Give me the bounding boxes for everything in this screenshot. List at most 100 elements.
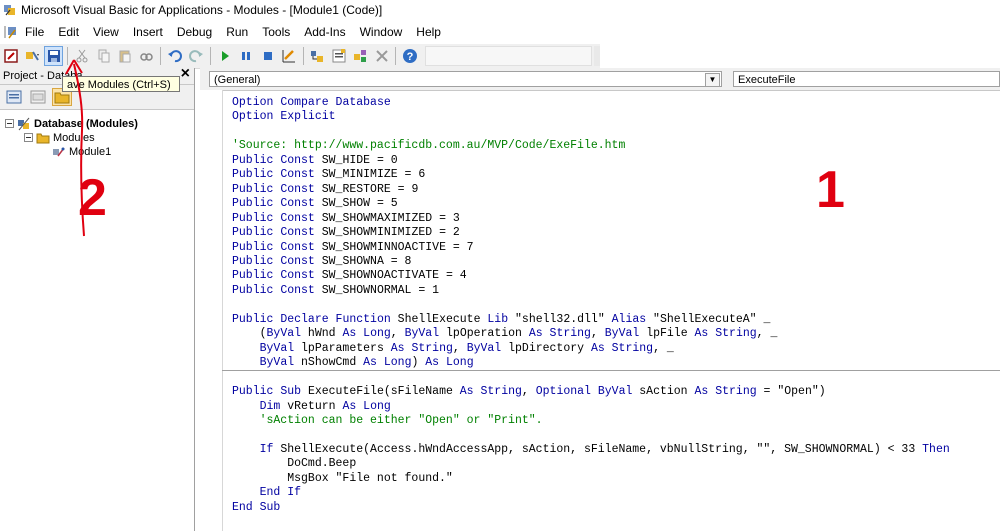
code-line[interactable]: Public Const SW_SHOWMINNOACTIVE = 7 [232,241,950,255]
menu-tools[interactable]: Tools [255,21,297,43]
code-line[interactable]: End Sub [232,501,950,515]
tree-label-modules: Modules [53,131,95,144]
code-margin[interactable] [200,90,223,531]
collapse-icon[interactable] [5,119,14,128]
break-button[interactable] [236,46,255,66]
undo-button[interactable] [165,46,184,66]
toolbox-icon [375,50,388,62]
close-icon[interactable]: × [181,66,190,82]
code-line[interactable] [232,428,950,442]
toolbar-separator [160,47,162,65]
save-button[interactable] [43,46,64,66]
code-combos-bar: (General) ▼ ExecuteFile [200,68,1000,91]
help-icon: ? [403,49,418,63]
code-line[interactable] [232,298,950,312]
menu-window[interactable]: Window [353,21,410,43]
object-combo[interactable]: (General) ▼ [209,71,722,87]
code-line[interactable]: End If [232,486,950,500]
run-button[interactable] [215,46,234,66]
run-icon [221,51,229,61]
code-line[interactable]: Option Explicit [232,110,950,124]
reset-button[interactable] [258,46,277,66]
code-line[interactable]: 'sAction can be either "Open" or "Print"… [232,414,950,428]
break-icon [242,52,251,60]
window-title: Microsoft Visual Basic for Applications … [21,3,383,17]
object-browser-icon [354,50,367,62]
menu-debug[interactable]: Debug [170,21,219,43]
view-code-button[interactable] [4,88,24,106]
collapse-icon[interactable] [24,133,33,142]
design-mode-icon [282,50,295,63]
code-line[interactable] [232,125,950,139]
tree-node-modules[interactable]: Modules [24,130,95,145]
vba-project-icon [18,117,30,130]
code-window: (General) ▼ ExecuteFile Option Compare D… [200,68,1000,531]
properties-button[interactable] [329,46,348,66]
chevron-down-icon[interactable]: ▼ [705,73,720,87]
menu-run[interactable]: Run [219,21,255,43]
find-icon [140,53,154,61]
view-object-button[interactable] [28,88,48,106]
toolbar-options-icon[interactable] [594,46,600,66]
save-icon [47,50,60,62]
object-browser-button[interactable] [351,46,370,66]
vba-app-icon [4,5,15,16]
reset-icon [263,52,272,60]
menu-insert[interactable]: Insert [126,21,170,43]
toolbar-separator [67,47,69,65]
project-explorer-panel: Project - Databa × Database (Modules) Mo… [0,66,195,531]
project-explorer-button[interactable] [308,46,327,66]
procedure-combo[interactable]: ExecuteFile [733,71,1000,87]
insert-module-button[interactable] [22,46,41,66]
code-line[interactable]: Dim vReturn As Long [232,400,950,414]
undo-icon [167,50,182,63]
menu-file[interactable]: File [18,21,51,43]
code-line[interactable] [232,371,950,385]
copy-button[interactable] [94,46,113,66]
code-line[interactable]: ByVal lpParameters As String, ByVal lpDi… [232,342,950,356]
code-line[interactable]: If ShellExecute(Access.hWndAccessApp, sA… [232,443,950,457]
tree-node-module1[interactable]: Module1 [52,144,111,159]
tree-node-database[interactable]: Database (Modules) [5,116,138,131]
procedure-combo-value: ExecuteFile [738,74,796,86]
code-line[interactable]: Public Const SW_SHOWNA = 8 [232,255,950,269]
paste-button[interactable] [115,46,134,66]
insert-module-icon [26,51,40,61]
title-bar: Microsoft Visual Basic for Applications … [0,0,1000,20]
code-line[interactable]: (ByVal hWnd As Long, ByVal lpOperation A… [232,327,950,341]
module-icon [53,147,65,156]
help-button[interactable]: ? [400,46,419,66]
code-line[interactable]: MsgBox "File not found." [232,472,950,486]
tree-label-module1: Module1 [69,145,112,158]
view-access-icon [3,49,18,63]
code-line[interactable]: 'Source: http://www.pacificdb.com.au/MVP… [232,139,950,153]
menu-view[interactable]: View [86,21,126,43]
view-code-icon [6,90,22,104]
toolbox-button[interactable] [372,46,391,66]
code-line[interactable]: Public Sub ExecuteFile(sFileName As Stri… [232,385,950,399]
code-line[interactable]: Public Declare Function ShellExecute Lib… [232,313,950,327]
code-line[interactable]: Public Const SW_SHOWNOACTIVATE = 4 [232,269,950,283]
properties-icon [332,49,346,63]
code-line[interactable]: Option Compare Database [232,96,950,110]
cut-button[interactable] [72,46,91,66]
code-line[interactable]: ByVal nShowCmd As Long) As Long [232,356,950,370]
project-explorer-icon [311,51,324,62]
menu-help[interactable]: Help [409,21,448,43]
code-line[interactable]: Public Const SW_SHOWMINIMIZED = 2 [232,226,950,240]
menu-bar: File Edit View Insert Debug Run Tools Ad… [0,21,1000,43]
menu-edit[interactable]: Edit [51,21,86,43]
code-editor[interactable]: Option Compare Database Option Explicit '… [232,96,950,515]
menu-add-ins[interactable]: Add-Ins [297,21,352,43]
procedure-separator [222,370,1000,371]
code-line[interactable]: DoCmd.Beep [232,457,950,471]
code-line[interactable]: Public Const SW_SHOWNORMAL = 1 [232,284,950,298]
design-mode-button[interactable] [279,46,298,66]
redo-button[interactable] [187,46,206,66]
vba-menu-icon[interactable] [4,24,18,40]
cut-icon [76,49,88,63]
toolbar-separator [302,47,304,65]
find-button[interactable] [137,46,156,66]
view-access-button[interactable] [1,46,20,66]
save-tooltip: ave Modules (Ctrl+S) [62,76,180,92]
